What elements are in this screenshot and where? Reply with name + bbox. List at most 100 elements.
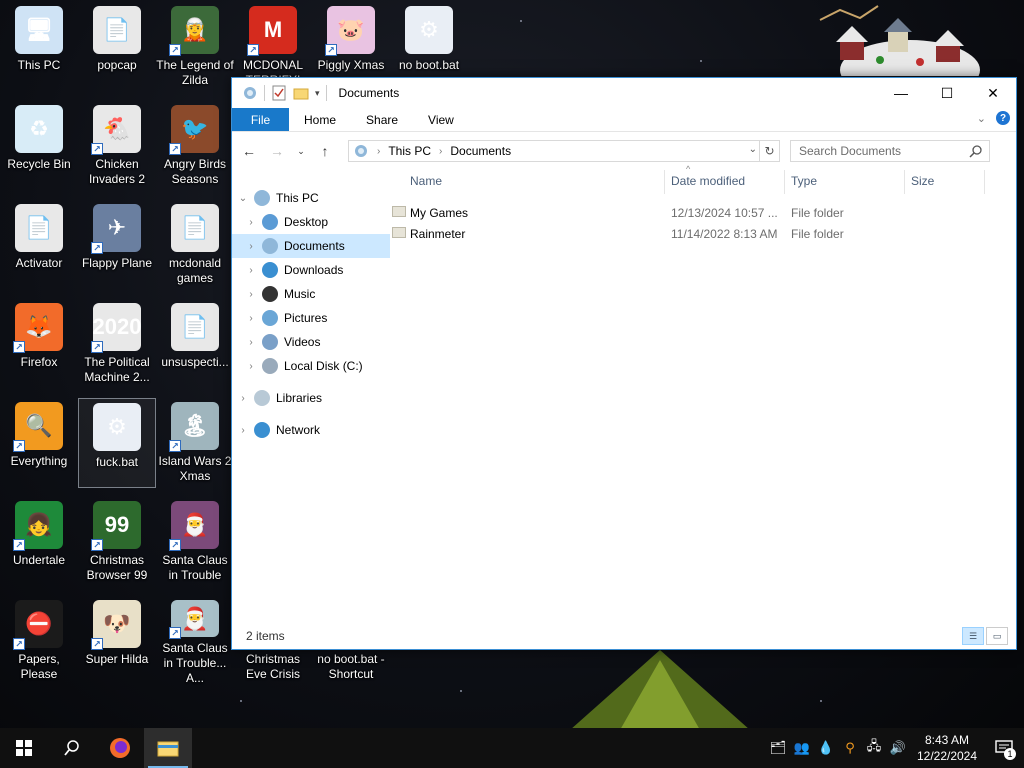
desktop-icon[interactable]: 📄 Activator xyxy=(0,200,78,290)
title-bar[interactable]: ▾ Documents — ☐ ✕ xyxy=(232,78,1016,108)
desktop-icon[interactable]: 🐔 ↗ Chicken Invaders 2 xyxy=(78,101,156,191)
collapsed-chevron-icon[interactable]: › xyxy=(244,217,258,228)
pc-icon xyxy=(254,190,270,206)
back-button[interactable]: ← xyxy=(238,140,260,162)
address-bar[interactable]: › This PC › Documents ⌄ ↻ xyxy=(348,140,780,162)
desktop-icon[interactable]: ⚙ fuck.bat xyxy=(78,398,156,488)
desktop-icon[interactable]: 🧝 ↗ The Legend of Zilda xyxy=(156,2,234,92)
desktop-icon-label: fuck.bat xyxy=(95,455,139,469)
taskbar-file-explorer[interactable] xyxy=(144,728,192,768)
file-explorer-window[interactable]: ▾ Documents — ☐ ✕ File Home Share View ⌄… xyxy=(231,77,1017,650)
nav-item-local-disk-c[interactable]: › Local Disk (C:) xyxy=(232,354,390,378)
search-box[interactable]: Search Documents xyxy=(790,140,990,162)
nav-network[interactable]: › Network xyxy=(232,418,390,442)
desktop-icon[interactable]: 👧 ↗ Undertale xyxy=(0,497,78,587)
column-size[interactable]: Size xyxy=(911,174,934,188)
app-icon: 📄 xyxy=(171,204,219,252)
collapsed-chevron-icon[interactable]: › xyxy=(236,425,250,436)
tab-view[interactable]: View xyxy=(413,108,469,131)
help-icon[interactable]: ? xyxy=(996,111,1010,125)
desktop-icon[interactable]: 🎅 ↗ Santa Claus in Trouble xyxy=(156,497,234,587)
desktop-icon[interactable]: 📄 mcdonald games xyxy=(156,200,234,290)
customize-quick-access-icon[interactable]: ▾ xyxy=(315,88,320,99)
desktop-icon[interactable]: 🐶 ↗ Super Hilda xyxy=(78,596,156,686)
search-button[interactable] xyxy=(48,728,96,768)
column-divider[interactable] xyxy=(904,170,905,194)
desktop-icon[interactable]: 📄 popcap xyxy=(78,2,156,92)
expand-ribbon-icon[interactable]: ⌄ xyxy=(977,112,986,125)
column-type[interactable]: Type xyxy=(791,174,817,188)
maximize-button[interactable]: ☐ xyxy=(924,78,970,108)
desktop-icon[interactable]: 🔍 ↗ Everything xyxy=(0,398,78,488)
collapsed-chevron-icon[interactable]: › xyxy=(244,241,258,252)
desktop-icon[interactable]: 🎅 ↗ Santa Claus in Trouble... A... xyxy=(156,596,234,686)
tray-droplet-icon[interactable]: 💧 xyxy=(814,728,838,768)
collapsed-chevron-icon[interactable]: › xyxy=(244,337,258,348)
forward-button[interactable]: → xyxy=(266,140,288,162)
column-name[interactable]: Name xyxy=(410,174,442,188)
app-icon: ✈ ↗ xyxy=(91,204,141,254)
nav-item-pictures[interactable]: › Pictures xyxy=(232,306,390,330)
desktop-icon-label: The Political Machine 2... xyxy=(84,355,150,384)
tab-file[interactable]: File xyxy=(232,108,289,131)
shortcut-arrow-icon: ↗ xyxy=(91,242,103,254)
desktop-icon[interactable]: 📄 unsuspecti... xyxy=(156,299,234,389)
collapsed-chevron-icon[interactable]: › xyxy=(236,393,250,404)
column-divider[interactable] xyxy=(784,170,785,194)
tab-home[interactable]: Home xyxy=(289,108,351,131)
clock-date: 12/22/2024 xyxy=(916,749,978,763)
large-icons-view-icon[interactable]: ▭ xyxy=(986,627,1008,645)
collapsed-chevron-icon[interactable]: › xyxy=(244,289,258,300)
tray-everything-icon[interactable]: ⚲ xyxy=(838,728,862,768)
clock[interactable]: 8:43 AM 12/22/2024 xyxy=(910,732,984,764)
network-icon[interactable]: 🖧 xyxy=(862,728,886,768)
action-center-button[interactable]: 1 xyxy=(984,728,1024,768)
file-list[interactable]: ^ Name Date modified Type Size My Games 1… xyxy=(390,164,1016,623)
breadcrumb-this-pc[interactable]: This PC xyxy=(388,144,431,158)
volume-icon[interactable]: 🔊 xyxy=(886,728,910,768)
close-button[interactable]: ✕ xyxy=(970,78,1016,108)
expanded-chevron-icon[interactable]: ⌄ xyxy=(236,193,250,204)
desktop-icon[interactable]: ✈ ↗ Flappy Plane xyxy=(78,200,156,290)
nav-label: Network xyxy=(276,423,321,437)
app-icon: 👧 ↗ xyxy=(13,501,63,551)
desktop-icon[interactable]: ♻ Recycle Bin xyxy=(0,101,78,191)
collapsed-chevron-icon[interactable]: › xyxy=(244,361,258,372)
minimize-button[interactable]: — xyxy=(878,78,924,108)
desktop-icon[interactable]: 🐦 ↗ Angry Birds Seasons xyxy=(156,101,234,191)
column-divider[interactable] xyxy=(664,170,665,194)
address-dropdown-icon[interactable]: ⌄ xyxy=(749,144,757,155)
nav-libraries[interactable]: › Libraries xyxy=(232,386,390,410)
nav-item-desktop[interactable]: › Desktop xyxy=(232,210,390,234)
column-divider[interactable] xyxy=(984,170,985,194)
collapsed-chevron-icon[interactable]: › xyxy=(244,265,258,276)
up-button[interactable]: ↑ xyxy=(314,140,336,162)
desktop-icon[interactable]: ⛔ ↗ Papers, Please xyxy=(0,596,78,686)
tray-app-icon[interactable]: 🗂 xyxy=(766,728,790,768)
nav-item-music[interactable]: › Music xyxy=(232,282,390,306)
new-folder-icon[interactable] xyxy=(293,85,309,101)
nav-this-pc[interactable]: ⌄ This PC xyxy=(232,186,390,210)
desktop-icon[interactable]: 2020 ↗ The Political Machine 2... xyxy=(78,299,156,389)
desktop-icon-label: The Legend of Zilda xyxy=(156,58,234,87)
details-view-icon[interactable]: ☰ xyxy=(962,627,984,645)
file-row[interactable]: My Games 12/13/2024 10:57 ... File folder xyxy=(390,202,1016,223)
properties-icon[interactable] xyxy=(271,85,287,101)
desktop-icon[interactable]: 🦊 ↗ Firefox xyxy=(0,299,78,389)
taskbar-firefox[interactable] xyxy=(96,728,144,768)
nav-item-downloads[interactable]: › Downloads xyxy=(232,258,390,282)
tray-people-icon[interactable]: 👥 xyxy=(790,728,814,768)
desktop-icon[interactable]: 99 ↗ Christmas Browser 99 xyxy=(78,497,156,587)
start-button[interactable] xyxy=(0,728,48,768)
recent-locations-icon[interactable]: ⌄ xyxy=(294,140,308,162)
file-row[interactable]: Rainmeter 11/14/2022 8:13 AM File folder xyxy=(390,223,1016,244)
collapsed-chevron-icon[interactable]: › xyxy=(244,313,258,324)
breadcrumb-documents[interactable]: Documents xyxy=(450,144,511,158)
tab-share[interactable]: Share xyxy=(351,108,413,131)
column-date-modified[interactable]: Date modified xyxy=(671,174,745,188)
refresh-icon[interactable]: ↻ xyxy=(759,141,779,161)
desktop-icon[interactable]: 🏝 ↗ Island Wars 2 Xmas xyxy=(156,398,234,488)
nav-item-documents[interactable]: › Documents xyxy=(232,234,390,258)
nav-item-videos[interactable]: › Videos xyxy=(232,330,390,354)
desktop-icon[interactable]: 🖥 This PC xyxy=(0,2,78,92)
